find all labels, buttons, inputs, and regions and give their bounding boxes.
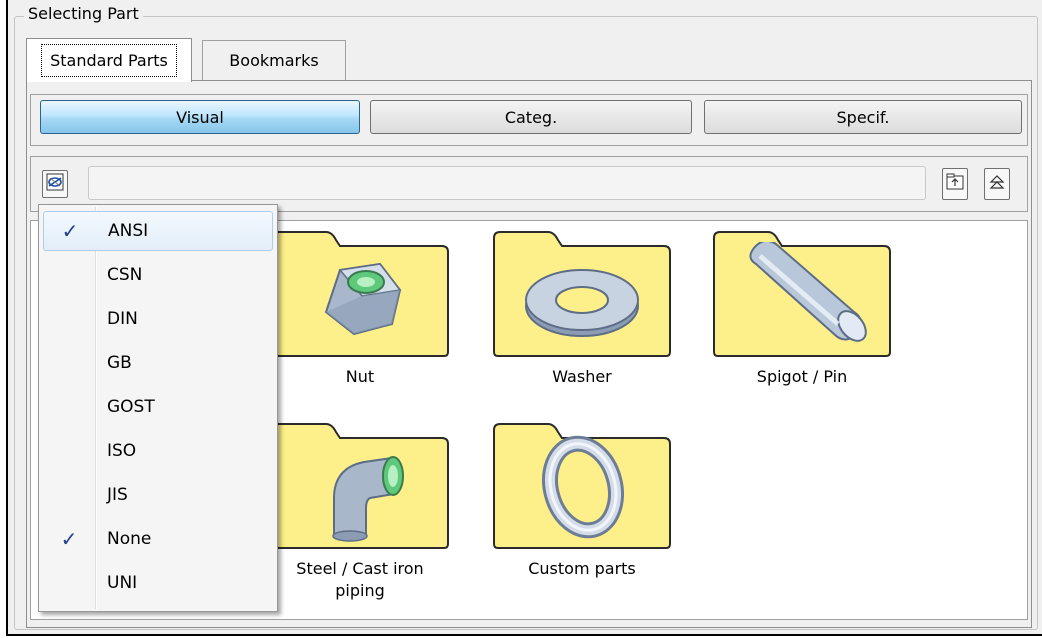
standards-menu: ✓ ANSI CSN DIN GB GOST ISO JIS ✓ None UN…: [38, 204, 278, 612]
mode-label: Categ.: [504, 107, 558, 127]
folder-nut[interactable]: Nut: [270, 228, 450, 388]
specification-mode-button[interactable]: Specif.: [704, 100, 1022, 134]
folder-label: Custom parts: [528, 559, 636, 578]
washer-icon: [522, 262, 642, 346]
menu-item-label: GOST: [107, 397, 155, 417]
category-mode-button[interactable]: Categ.: [370, 100, 692, 134]
menu-item-gb[interactable]: GB: [43, 343, 273, 383]
menu-item-din[interactable]: DIN: [43, 299, 273, 339]
standard-filter-icon: [46, 173, 64, 195]
menu-item-label: ANSI: [108, 221, 149, 241]
menu-item-label: ISO: [107, 441, 137, 461]
path-field[interactable]: [88, 166, 926, 200]
menu-item-label: UNI: [107, 573, 138, 593]
check-icon: ✓: [60, 527, 78, 551]
menu-item-label: JIS: [107, 485, 128, 505]
menu-item-none[interactable]: ✓ None: [43, 519, 273, 559]
folder-up-button[interactable]: [942, 168, 968, 200]
folder-washer[interactable]: Washer: [492, 228, 672, 388]
pin-icon: [738, 239, 868, 356]
folder-label: Washer: [552, 367, 612, 386]
tab-label: Standard Parts: [41, 44, 177, 77]
menu-item-iso[interactable]: ISO: [43, 431, 273, 471]
torus-icon: [540, 432, 626, 546]
folder-up-icon: [946, 173, 964, 195]
standard-filter-button[interactable]: [42, 170, 68, 198]
menu-item-uni[interactable]: UNI: [43, 563, 273, 603]
menu-item-csn[interactable]: CSN: [43, 255, 273, 295]
group-title: Selecting Part: [24, 4, 143, 23]
menu-item-gost[interactable]: GOST: [43, 387, 273, 427]
mode-label: Visual: [176, 107, 224, 127]
visual-mode-button[interactable]: Visual: [40, 100, 360, 134]
hex-nut-icon: [310, 250, 410, 354]
menu-item-label: CSN: [107, 265, 143, 285]
collapse-all-icon: [988, 173, 1006, 195]
folder-label: Steel / Cast iron piping: [296, 559, 424, 600]
tab-label: Bookmarks: [229, 51, 319, 70]
menu-item-label: GB: [107, 353, 132, 373]
check-icon: ✓: [61, 219, 79, 243]
pipe-elbow-icon: [320, 442, 410, 546]
folder-piping[interactable]: Steel / Cast iron piping: [270, 420, 450, 602]
folder-label: Nut: [345, 367, 375, 386]
folder-label: Spigot / Pin: [756, 367, 848, 386]
tab-bookmarks[interactable]: Bookmarks: [202, 40, 346, 80]
menu-item-label: None: [107, 529, 152, 549]
menu-item-label: DIN: [107, 309, 138, 329]
folder-custom-parts[interactable]: Custom parts: [492, 420, 672, 580]
top-level-button[interactable]: [984, 168, 1010, 200]
menu-item-ansi[interactable]: ✓ ANSI: [43, 211, 273, 251]
menu-item-jis[interactable]: JIS: [43, 475, 273, 515]
mode-label: Specif.: [836, 107, 890, 127]
folder-spigot-pin[interactable]: Spigot / Pin: [712, 228, 892, 388]
tab-standard-parts[interactable]: Standard Parts: [26, 38, 192, 82]
